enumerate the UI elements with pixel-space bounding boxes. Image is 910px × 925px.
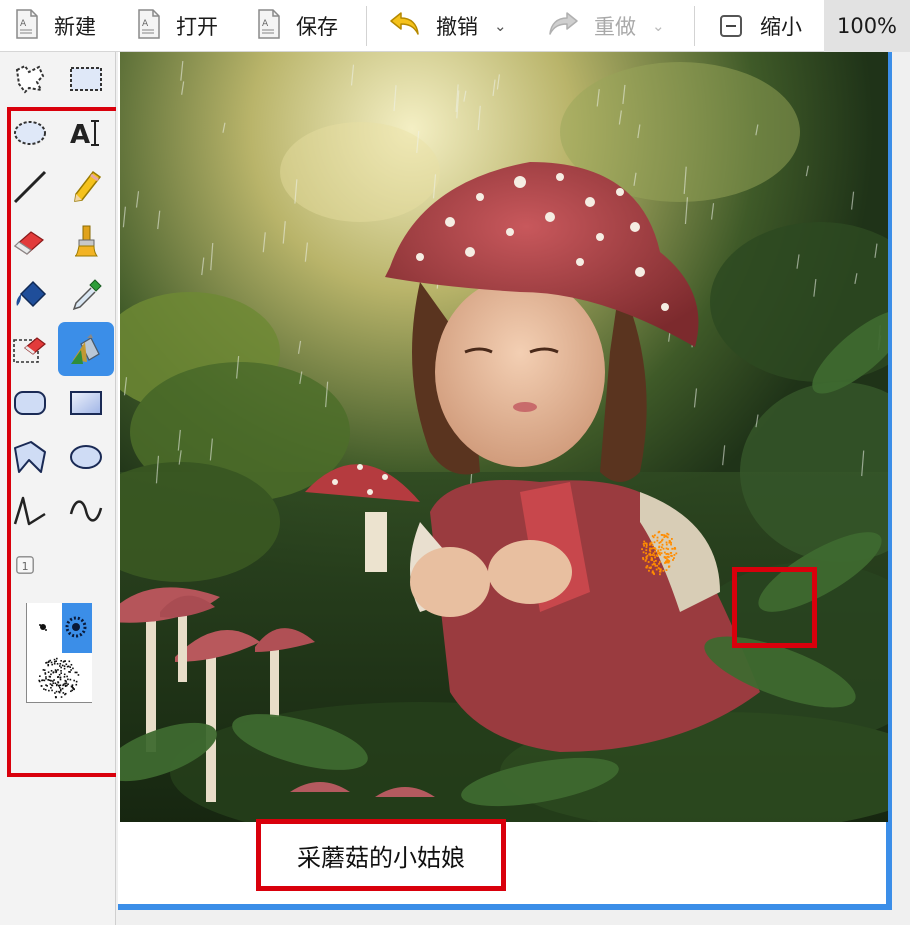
main-toolbar: A 新建 A 打开 A 保存 撤销 ⌄ 重做 ⌄ 缩小 100% (0, 0, 910, 52)
redo-button[interactable]: 重做 ⌄ (546, 0, 665, 52)
polygon-tool[interactable] (2, 430, 58, 484)
redo-label: 重做 (594, 15, 636, 39)
color-picker-tool[interactable] (58, 268, 114, 322)
paint-app-window: A 新建 A 打开 A 保存 撤销 ⌄ 重做 ⌄ 缩小 100% A 1 采蘑菇… (0, 0, 910, 925)
svg-text:1: 1 (22, 560, 29, 573)
line-icon (13, 170, 47, 204)
toolbar-divider (694, 6, 695, 46)
lasso-icon (15, 64, 45, 94)
spray-can-icon (71, 334, 100, 364)
ellipse-select-icon (14, 121, 46, 145)
rectangle-icon (70, 391, 102, 415)
tool-palette: A 1 (0, 52, 122, 925)
pencil-icon (74, 170, 102, 202)
eraser-selection-icon (13, 337, 46, 363)
zoom-out-label: 缩小 (760, 15, 802, 39)
text-icon: A (70, 120, 99, 150)
eyedropper-icon (72, 279, 102, 311)
rectangle-tool[interactable] (58, 376, 114, 430)
canvas-area: 采蘑菇的小姑娘 (116, 52, 910, 925)
toolbar-divider (366, 6, 367, 46)
spray-pattern-icon (38, 616, 87, 699)
selection-eraser-tool[interactable] (2, 322, 58, 376)
canvas-caption-text[interactable]: 采蘑菇的小姑娘 (256, 819, 506, 891)
ellipse-icon (70, 445, 102, 469)
tool-size-option[interactable]: 1 (2, 538, 48, 592)
canvas-photo (120, 52, 888, 822)
new-label: 新建 (54, 15, 96, 39)
rect-select-tool[interactable] (58, 52, 114, 106)
fill-tool[interactable] (2, 268, 58, 322)
save-label: 保存 (296, 15, 338, 39)
svg-text:A: A (262, 19, 269, 29)
ellipse-select-tool[interactable] (2, 106, 58, 160)
airbrush-tool[interactable] (58, 322, 114, 376)
ellipse-tool[interactable] (58, 430, 114, 484)
eraser-icon (14, 231, 44, 255)
curve-icon (69, 500, 103, 522)
open-button[interactable]: A 打开 (136, 0, 218, 52)
svg-text:A: A (70, 120, 90, 150)
redo-arrow-icon (546, 10, 580, 43)
open-document-icon: A (136, 8, 162, 44)
zoom-level-field[interactable]: 100% (824, 0, 910, 52)
eraser-tool[interactable] (2, 214, 58, 268)
rounded-rect-icon (14, 391, 46, 415)
save-button[interactable]: A 保存 (256, 0, 338, 52)
rect-select-icon (70, 67, 102, 91)
undo-button[interactable]: 撤销 ⌄ (388, 0, 507, 52)
zoom-level-value: 100% (836, 14, 898, 38)
polyline-icon (13, 496, 46, 526)
zoom-out-icon (720, 15, 742, 37)
svg-text:A: A (20, 19, 27, 29)
redo-dropdown-chevron-icon[interactable]: ⌄ (652, 17, 665, 35)
free-select-tool[interactable] (2, 52, 58, 106)
rounded-rect-tool[interactable] (2, 376, 58, 430)
undo-dropdown-chevron-icon[interactable]: ⌄ (494, 17, 507, 35)
line-tool[interactable] (2, 160, 58, 214)
new-document-icon: A (14, 8, 40, 44)
paint-bucket-icon (16, 280, 47, 308)
polygon-icon (14, 441, 46, 473)
drawing-canvas[interactable]: 采蘑菇的小姑娘 (118, 52, 892, 910)
brush-icon (74, 225, 98, 257)
undo-label: 撤销 (436, 15, 478, 39)
brush-tool[interactable] (58, 214, 114, 268)
text-tool[interactable]: A (58, 106, 114, 160)
open-label: 打开 (176, 15, 218, 39)
size-option-icon: 1 (16, 556, 34, 574)
svg-text:A: A (142, 19, 149, 29)
curve-tool[interactable] (58, 484, 114, 538)
save-document-icon: A (256, 8, 282, 44)
spray-size-preview[interactable] (26, 603, 92, 703)
new-button[interactable]: A 新建 (14, 0, 96, 52)
caption-text-label: 采蘑菇的小姑娘 (297, 843, 465, 872)
polyline-tool[interactable] (2, 484, 58, 538)
undo-arrow-icon (388, 10, 422, 43)
pencil-tool[interactable] (58, 160, 114, 214)
zoom-out-button[interactable]: 缩小 (720, 0, 802, 52)
